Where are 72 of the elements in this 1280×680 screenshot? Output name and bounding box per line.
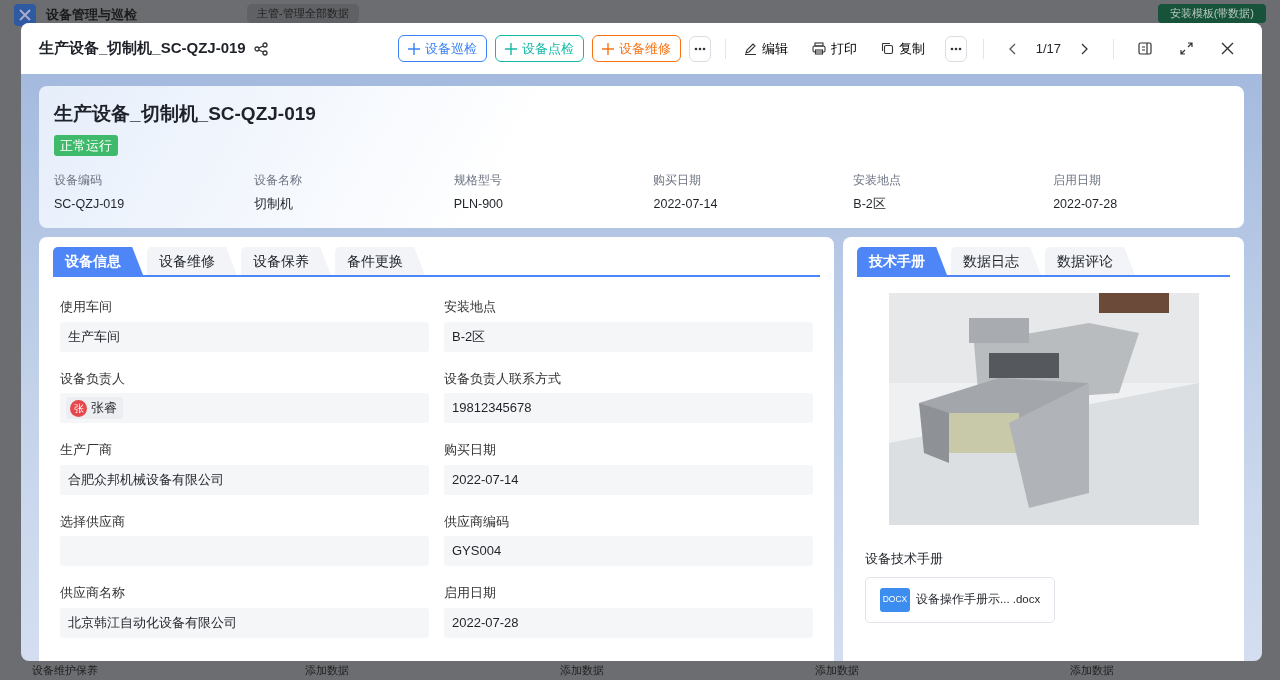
expand-icon: [1180, 42, 1193, 55]
field-label: 选择供应商: [60, 512, 126, 531]
input-field[interactable]: 2022-07-28: [444, 607, 813, 638]
person-chip[interactable]: 张 张睿: [66, 397, 123, 419]
more-icon: [949, 46, 962, 51]
share-icon[interactable]: [253, 41, 268, 56]
status-tag: 正常运行: [54, 134, 118, 156]
input-field[interactable]: 19812345678: [444, 393, 813, 423]
more-icon: [693, 46, 706, 51]
input-field[interactable]: 北京韩江自动化设备有限公司: [60, 607, 429, 638]
field-label: 启用日期: [444, 584, 497, 602]
field-label: 安装地点: [444, 298, 497, 316]
plus-icon: [407, 42, 420, 55]
input-field[interactable]: B-2区: [444, 321, 813, 352]
file-attachment[interactable]: DOCX 设备操作手册示... .docx: [865, 576, 1056, 623]
edit-button[interactable]: 编辑: [739, 36, 792, 61]
file-name: 设备操作手册示... .docx: [916, 591, 1041, 607]
page-counter: 1/17: [1035, 39, 1061, 58]
field-label: 生产厂商: [60, 441, 113, 459]
app-title: 设备管理与巡检: [46, 6, 137, 24]
input-field[interactable]: 2022-07-14: [444, 464, 813, 495]
pencil-icon: [743, 42, 757, 55]
field-label: 供应商编码: [444, 512, 510, 531]
print-button[interactable]: 打印: [807, 36, 861, 61]
chevron-left-icon: [1007, 42, 1018, 55]
avatar: 张: [70, 399, 87, 417]
field-label: 供应商名称: [60, 584, 126, 602]
close-button[interactable]: [1219, 40, 1236, 57]
template-button[interactable]: 安装模板(带数据): [1157, 4, 1266, 23]
tab[interactable]: 数据日志: [951, 247, 1041, 275]
field-value: B-2区: [853, 196, 887, 214]
field-label: 规格型号: [453, 173, 503, 188]
section-title: 设备维护保养: [32, 663, 99, 679]
tab[interactable]: 设备维修: [147, 247, 237, 275]
field-label: 设备编码: [54, 173, 103, 188]
close-icon: [1221, 42, 1234, 55]
field-label: 设备名称: [253, 173, 303, 188]
field-label: 安装地点: [853, 173, 903, 188]
tab[interactable]: 数据评论: [1045, 247, 1135, 275]
tab[interactable]: 设备保养: [241, 247, 331, 275]
field-label: 设备负责人联系方式: [444, 369, 562, 388]
tab[interactable]: 备件更换: [335, 247, 425, 275]
field-value: 2022-07-14: [653, 196, 719, 214]
field-value: PLN-900: [453, 196, 504, 214]
docx-file-icon: DOCX: [880, 587, 910, 612]
expand-button[interactable]: [1178, 40, 1195, 57]
field-label: 设备负责人: [60, 369, 126, 388]
person-name: 张睿: [91, 399, 117, 418]
field-value: 2022-07-28: [1053, 196, 1119, 214]
plus-icon: [504, 42, 517, 55]
input-field[interactable]: 张 张睿: [60, 393, 429, 423]
field-value: SC-QZJ-019: [54, 196, 126, 214]
input-field[interactable]: 合肥众邦机械设备有限公司: [60, 464, 429, 495]
field-label: 启用日期: [1053, 173, 1103, 188]
input-field[interactable]: 生产车间: [60, 321, 429, 352]
field-label: 购买日期: [444, 441, 497, 459]
manual-label: 设备技术手册: [865, 550, 944, 568]
add-action-button[interactable]: 设备巡检: [397, 34, 487, 63]
side-panel-button[interactable]: [1136, 40, 1154, 57]
input-field[interactable]: GYS004: [444, 536, 813, 566]
field-label: 购买日期: [653, 173, 703, 188]
chevron-right-icon: [1079, 42, 1089, 55]
equipment-title: 生产设备_切制机_SC-QZJ-019: [54, 102, 317, 126]
field-value: 切制机: [253, 196, 294, 214]
field-label: 使用车间: [60, 298, 113, 316]
side-panel-icon: [1138, 42, 1152, 55]
plus-icon: [601, 42, 614, 55]
dialog-title: 生产设备_切制机_SC-QZJ-019: [39, 38, 246, 59]
copy-icon: [880, 42, 894, 55]
app-logo-icon: [14, 4, 36, 26]
printer-icon: [811, 42, 826, 55]
copy-button[interactable]: 复制: [876, 36, 929, 61]
